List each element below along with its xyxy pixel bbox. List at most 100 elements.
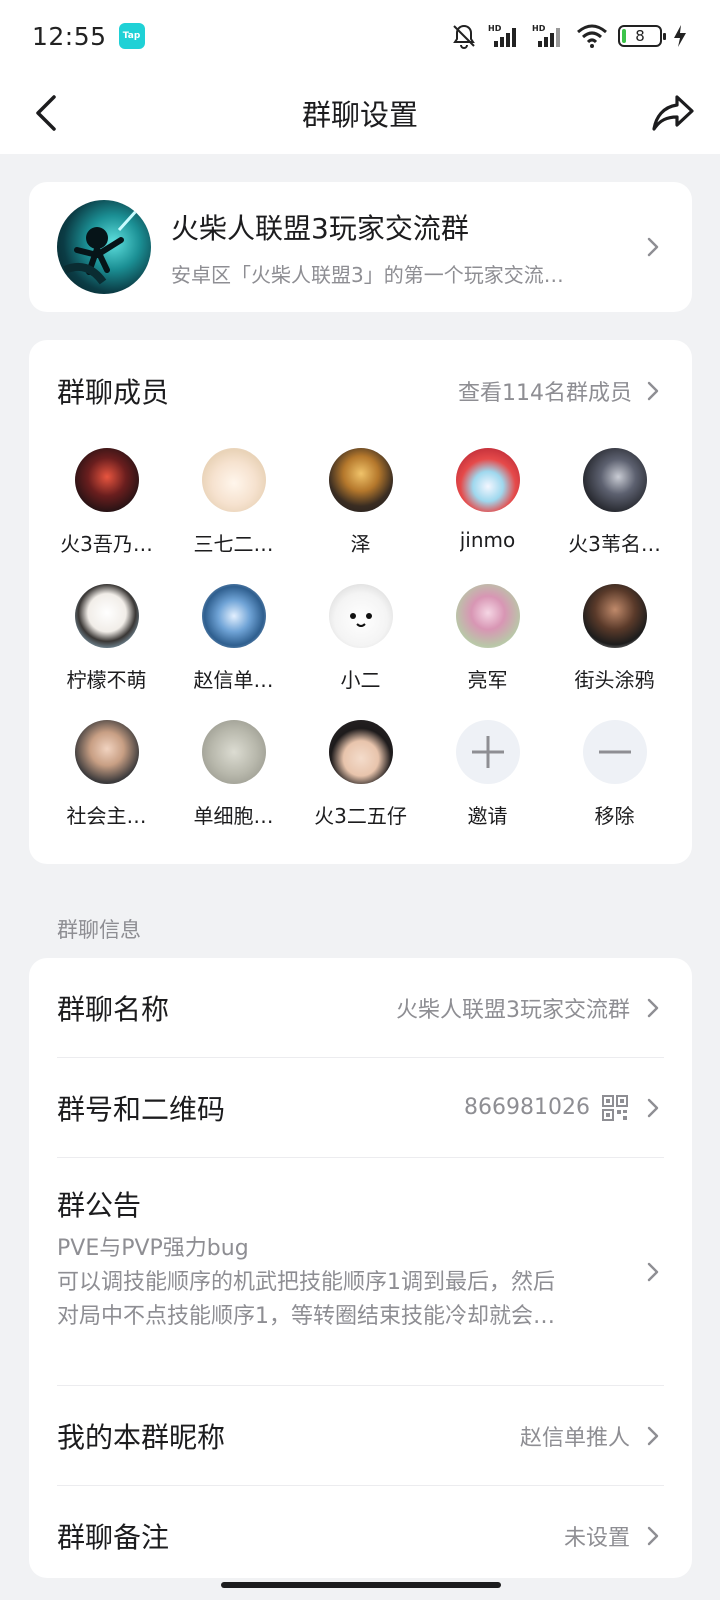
status-bar: 12:55 Tap HD HD 8 (0, 0, 720, 72)
invite-member-button[interactable]: 邀请 (424, 714, 551, 850)
my-nickname-value: 赵信单推人 (519, 1425, 630, 1451)
group-name-label: 群聊名称 (57, 992, 170, 1026)
status-time: 12:55 (32, 21, 107, 51)
group-id-qr-row[interactable]: 群号和二维码 866981026 (57, 1058, 664, 1158)
member-item[interactable]: 街头涂鸦 (551, 578, 678, 714)
group-id-value: 866981026 (464, 1095, 590, 1120)
signal-hd-icon: HD (532, 24, 560, 47)
group-notice-row[interactable]: 群公告 PVE与PVP强力bug 可以调技能顺序的机武把技能顺序1调到最后，然后… (57, 1158, 664, 1386)
group-notice-content: 群公告 PVE与PVP强力bug 可以调技能顺序的机武把技能顺序1调到最后，然后… (57, 1158, 626, 1334)
member-item[interactable]: 社会主… (43, 714, 170, 850)
mute-bell-icon (453, 24, 475, 49)
member-avatar (328, 448, 393, 512)
group-notice-line: 可以调技能顺序的机武把技能顺序1调到最后，然后 (57, 1270, 555, 1295)
member-name: 亮军 (467, 668, 508, 692)
chevron-right-icon (647, 237, 659, 257)
qr-code-icon (602, 1094, 628, 1121)
tap-app-badge: Tap (118, 23, 145, 49)
group-notice-label: 群公告 (57, 1189, 142, 1222)
section-label-group-info: 群聊信息 (57, 918, 141, 942)
member-avatar (74, 720, 139, 784)
member-item[interactable]: 单细胞… (170, 714, 297, 850)
group-name-value: 火柴人联盟3玩家交流群 (396, 997, 630, 1023)
back-button[interactable] (20, 86, 74, 140)
member-avatar (328, 584, 393, 648)
member-name: 社会主… (66, 804, 147, 828)
my-nickname-label: 我的本群昵称 (57, 1420, 226, 1454)
remove-member-button[interactable]: 移除 (551, 714, 678, 850)
members-header: 群聊成员 查看114名群成员 (57, 340, 664, 442)
signal-hd-icon: HD (488, 24, 516, 47)
member-avatar (455, 448, 520, 512)
group-name-row[interactable]: 群聊名称 火柴人联盟3玩家交流群 (57, 958, 664, 1058)
svg-text:HD: HD (488, 24, 502, 33)
wifi-icon (577, 24, 607, 48)
charging-icon (674, 25, 686, 47)
group-name: 火柴人联盟3玩家交流群 (171, 211, 469, 245)
member-item[interactable]: 火3吾乃… (43, 442, 170, 578)
member-item[interactable]: 小二 (297, 578, 424, 714)
member-item[interactable]: 三七二… (170, 442, 297, 578)
member-avatar (74, 448, 139, 512)
member-name: 三七二… (193, 532, 274, 556)
member-avatar (582, 448, 647, 512)
member-name: 泽 (350, 532, 371, 556)
chevron-right-icon (647, 1526, 659, 1546)
member-avatar (201, 720, 266, 784)
member-name: 小二 (340, 668, 381, 692)
svg-text:HD: HD (532, 24, 546, 33)
chevron-right-icon (647, 1426, 659, 1445)
member-avatar (582, 584, 647, 648)
member-grid: 火3吾乃… 三七二… 泽 jinmo 火3苇名… 柠檬不萌 赵信单… 小二 亮军… (43, 442, 678, 850)
group-profile-card[interactable]: 火柴人联盟3玩家交流群 安卓区「火柴人联盟3」的第一个玩家交流… (29, 182, 692, 312)
group-notice-line: PVE与PVP强力bug (57, 1236, 249, 1261)
back-arrow-icon (36, 95, 56, 131)
member-item[interactable]: 火3苇名… (551, 442, 678, 578)
group-avatar (57, 200, 151, 294)
member-item[interactable]: 赵信单… (170, 578, 297, 714)
member-name: 街头涂鸦 (574, 668, 655, 692)
member-avatar (455, 584, 520, 648)
member-avatar (328, 720, 393, 784)
members-card: 群聊成员 查看114名群成员 火3吾乃… 三七二… 泽 jinmo 火3苇名… (29, 340, 692, 864)
share-button[interactable] (646, 86, 700, 140)
status-icons: HD HD 8 (450, 22, 688, 50)
member-item[interactable]: 泽 (297, 442, 424, 578)
view-all-members-label: 查看114名群成员 (458, 381, 632, 406)
group-remark-row[interactable]: 群聊备注 未设置 (57, 1486, 664, 1586)
view-all-members-link[interactable]: 查看114名群成员 (458, 375, 664, 407)
invite-label: 邀请 (467, 804, 508, 828)
member-name: 赵信单… (193, 668, 274, 692)
member-name: 火3苇名… (568, 532, 661, 556)
my-nickname-row[interactable]: 我的本群昵称 赵信单推人 (57, 1386, 664, 1486)
member-item[interactable]: 柠檬不萌 (43, 578, 170, 714)
member-avatar (74, 584, 139, 648)
member-name: 单细胞… (193, 804, 274, 828)
chevron-right-icon (647, 998, 659, 1017)
members-title: 群聊成员 (57, 376, 170, 409)
header: 群聊设置 (0, 72, 720, 154)
group-info: 火柴人联盟3玩家交流群 安卓区「火柴人联盟3」的第一个玩家交流… (171, 207, 642, 288)
battery-icon: 8 (618, 25, 666, 47)
chevron-right-icon (647, 1262, 659, 1281)
battery-level: 8 (635, 27, 645, 45)
member-item[interactable]: 亮军 (424, 578, 551, 714)
member-item[interactable]: jinmo (424, 442, 551, 578)
group-id-label: 群号和二维码 (57, 1092, 226, 1126)
member-name: 柠檬不萌 (66, 668, 147, 692)
group-remark-label: 群聊备注 (57, 1521, 170, 1554)
member-avatar (201, 448, 266, 512)
remove-label: 移除 (594, 804, 635, 828)
share-icon (652, 95, 694, 131)
chevron-right-icon (647, 381, 659, 401)
group-description: 安卓区「火柴人联盟3」的第一个玩家交流… (171, 262, 564, 287)
member-item[interactable]: 火3二五仔 (297, 714, 424, 850)
group-remark-value: 未设置 (563, 1526, 630, 1551)
home-indicator[interactable] (221, 1582, 501, 1588)
group-notice-line: 对局中不点技能顺序1，等转圈结束技能冷却就会… (57, 1304, 555, 1329)
member-avatar (201, 584, 266, 648)
member-name: jinmo (459, 528, 516, 552)
member-name: 火3二五仔 (314, 804, 407, 828)
member-name: 火3吾乃… (60, 532, 153, 556)
page-title: 群聊设置 (301, 98, 418, 132)
